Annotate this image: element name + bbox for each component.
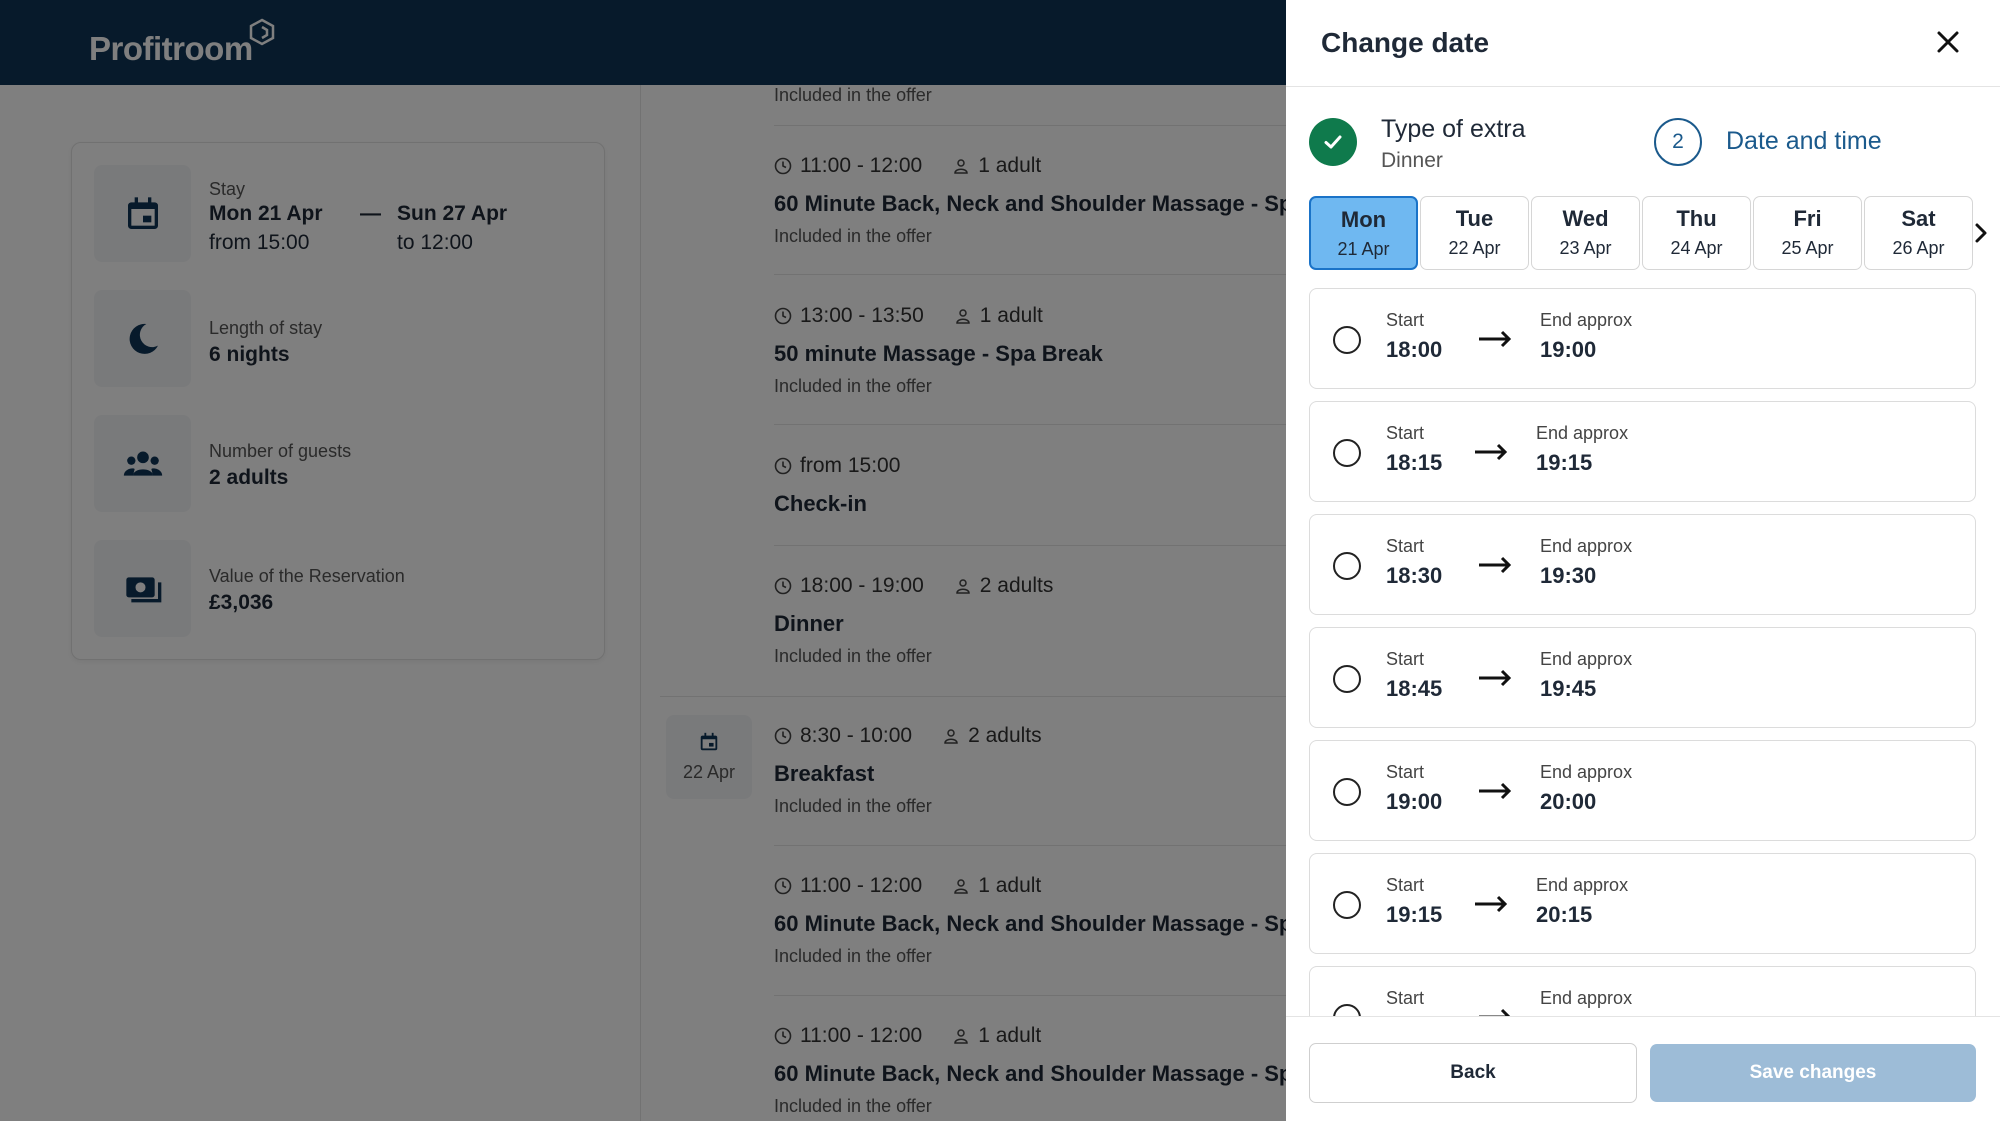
slot-start-label: Start xyxy=(1386,762,1424,783)
modal-backdrop[interactable] xyxy=(0,0,1286,1121)
drawer-header: Change date xyxy=(1286,0,2000,87)
slot-radio[interactable] xyxy=(1333,778,1361,806)
back-button[interactable]: Back xyxy=(1309,1043,1637,1103)
drawer-title: Change date xyxy=(1321,27,1489,59)
slot-end-label: End approx xyxy=(1540,988,1632,1009)
time-slot[interactable]: Start 19:00 End approx 20:00 xyxy=(1309,740,1976,841)
time-slot[interactable]: Start 18:15 End approx 19:15 xyxy=(1309,401,1976,502)
slot-start-time: 18:00 xyxy=(1386,337,1442,363)
slot-start-time: 18:30 xyxy=(1386,563,1442,589)
slot-end-time: 19:30 xyxy=(1540,563,1596,589)
day-date: 22 Apr xyxy=(1421,238,1528,259)
day-name: Sat xyxy=(1865,206,1972,232)
day-date: 25 Apr xyxy=(1754,238,1861,259)
day-tab-thu[interactable]: Thu 24 Apr xyxy=(1642,196,1751,270)
chevron-right-icon[interactable] xyxy=(1970,220,1992,246)
slot-end-time: 20:00 xyxy=(1540,789,1596,815)
step1-title[interactable]: Type of extra xyxy=(1381,115,1526,144)
slot-start-time: 19:00 xyxy=(1386,789,1442,815)
time-slot[interactable]: Start End approx xyxy=(1309,966,1976,1016)
step2-number: 2 xyxy=(1654,118,1702,166)
arrow-right-icon xyxy=(1477,1007,1513,1016)
arrow-right-icon xyxy=(1473,442,1509,462)
step2-title: Date and time xyxy=(1726,127,1882,156)
time-slot-list[interactable]: Start 18:00 End approx 19:00 Start 18:15… xyxy=(1309,288,1976,1016)
slot-end-time: 19:45 xyxy=(1540,676,1596,702)
slot-radio[interactable] xyxy=(1333,552,1361,580)
slot-radio[interactable] xyxy=(1333,439,1361,467)
arrow-right-icon xyxy=(1477,329,1513,349)
slot-radio[interactable] xyxy=(1333,326,1361,354)
slot-start-label: Start xyxy=(1386,423,1424,444)
close-icon[interactable] xyxy=(1930,24,1966,60)
slot-radio[interactable] xyxy=(1333,1004,1361,1016)
day-name: Mon xyxy=(1311,207,1416,233)
time-slot[interactable]: Start 18:45 End approx 19:45 xyxy=(1309,627,1976,728)
time-slot[interactable]: Start 19:15 End approx 20:15 xyxy=(1309,853,1976,954)
day-name: Fri xyxy=(1754,206,1861,232)
save-changes-button[interactable]: Save changes xyxy=(1650,1044,1976,1102)
day-tab-mon[interactable]: Mon 21 Apr xyxy=(1309,196,1418,270)
slot-end-time: 19:00 xyxy=(1540,337,1596,363)
day-tab-fri[interactable]: Fri 25 Apr xyxy=(1753,196,1862,270)
slot-end-label: End approx xyxy=(1536,423,1628,444)
day-tab-sat[interactable]: Sat 26 Apr xyxy=(1864,196,1973,270)
step-complete-check-icon xyxy=(1309,118,1357,166)
day-tab-wed[interactable]: Wed 23 Apr xyxy=(1531,196,1640,270)
day-date: 26 Apr xyxy=(1865,238,1972,259)
day-name: Thu xyxy=(1643,206,1750,232)
day-date: 23 Apr xyxy=(1532,238,1639,259)
slot-start-label: Start xyxy=(1386,536,1424,557)
slot-end-label: End approx xyxy=(1540,762,1632,783)
slot-start-label: Start xyxy=(1386,649,1424,670)
drawer-footer: Back Save changes xyxy=(1286,1016,2000,1121)
slot-start-time: 19:15 xyxy=(1386,902,1442,928)
slot-start-label: Start xyxy=(1386,310,1424,331)
day-tab-tue[interactable]: Tue 22 Apr xyxy=(1420,196,1529,270)
slot-end-label: End approx xyxy=(1540,536,1632,557)
change-date-drawer: Change date Type of extra Dinner 2 Date … xyxy=(1286,0,2000,1121)
slot-end-label: End approx xyxy=(1540,310,1632,331)
slot-radio[interactable] xyxy=(1333,665,1361,693)
slot-start-label: Start xyxy=(1386,988,1424,1009)
slot-start-time: 18:15 xyxy=(1386,450,1442,476)
day-date: 24 Apr xyxy=(1643,238,1750,259)
arrow-right-icon xyxy=(1477,668,1513,688)
slot-end-label: End approx xyxy=(1540,649,1632,670)
arrow-right-icon xyxy=(1477,555,1513,575)
slot-start-label: Start xyxy=(1386,875,1424,896)
slot-end-time: 19:15 xyxy=(1536,450,1592,476)
slot-end-label: End approx xyxy=(1536,875,1628,896)
time-slot[interactable]: Start 18:30 End approx 19:30 xyxy=(1309,514,1976,615)
day-name: Tue xyxy=(1421,206,1528,232)
slot-radio[interactable] xyxy=(1333,891,1361,919)
slot-start-time: 18:45 xyxy=(1386,676,1442,702)
arrow-right-icon xyxy=(1477,781,1513,801)
day-date: 21 Apr xyxy=(1311,239,1416,260)
day-name: Wed xyxy=(1532,206,1639,232)
day-selector: Mon 21 Apr Tue 22 Apr Wed 23 Apr Thu 24 … xyxy=(1309,196,1975,271)
step1-subtitle: Dinner xyxy=(1381,149,1443,173)
time-slot[interactable]: Start 18:00 End approx 19:00 xyxy=(1309,288,1976,389)
slot-end-time: 20:15 xyxy=(1536,902,1592,928)
arrow-right-icon xyxy=(1473,894,1509,914)
